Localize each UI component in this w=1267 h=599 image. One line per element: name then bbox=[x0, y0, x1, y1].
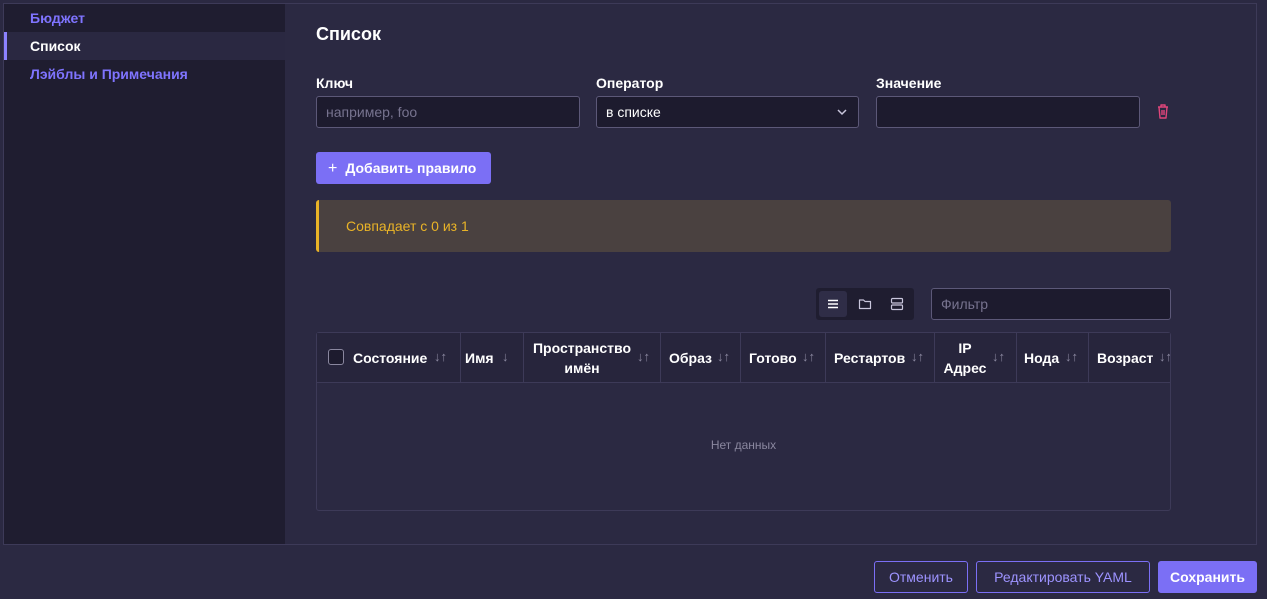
column-namespace[interactable]: Пространство имён ↓↑ bbox=[524, 333, 661, 383]
sidebar-item-budget[interactable]: Бюджет bbox=[4, 4, 285, 32]
sidebar-item-list[interactable]: Список bbox=[4, 32, 285, 60]
list-view-button[interactable] bbox=[819, 291, 847, 317]
column-state[interactable]: Состояние ↓↑ bbox=[317, 333, 461, 383]
column-node-label: Нода bbox=[1024, 350, 1060, 366]
plus-icon: + bbox=[328, 160, 338, 177]
trash-icon[interactable] bbox=[1156, 103, 1170, 119]
add-rule-label: Добавить правило bbox=[345, 160, 477, 176]
column-ip-address[interactable]: IP Адрес ↓↑ bbox=[935, 333, 1017, 383]
sort-icon: ↓↑ bbox=[717, 349, 730, 364]
column-restarts[interactable]: Рестартов ↓↑ bbox=[826, 333, 935, 383]
edit-yaml-button[interactable]: Редактировать YAML bbox=[976, 561, 1150, 593]
match-text: Совпадает с 0 из 1 bbox=[346, 218, 469, 234]
cancel-button[interactable]: Отменить bbox=[874, 561, 968, 593]
sidebar-item-labels-annotations[interactable]: Лэйблы и Примечания bbox=[4, 60, 285, 88]
group-view-icon bbox=[890, 297, 904, 311]
sort-icon: ↓↑ bbox=[637, 349, 650, 364]
operator-select[interactable]: в списке bbox=[596, 96, 859, 128]
column-ip-address-label: IP Адрес bbox=[943, 340, 987, 376]
column-age[interactable]: Возраст ↓↑ bbox=[1089, 333, 1170, 383]
filter-input[interactable] bbox=[931, 288, 1171, 320]
sort-icon: ↓↑ bbox=[802, 349, 815, 364]
sort-icon: ↓ bbox=[502, 349, 509, 364]
sort-icon: ↓↑ bbox=[992, 349, 1005, 364]
group-view-button[interactable] bbox=[883, 291, 911, 317]
column-state-label: Состояние bbox=[353, 350, 428, 366]
sort-icon: ↓↑ bbox=[1065, 349, 1078, 364]
value-input[interactable] bbox=[876, 96, 1140, 128]
sort-icon: ↓↑ bbox=[434, 349, 447, 364]
empty-state-text: Нет данных bbox=[710, 438, 777, 452]
operator-select-value: в списке bbox=[606, 104, 661, 120]
key-label: Ключ bbox=[316, 75, 353, 91]
select-all-checkbox[interactable] bbox=[328, 349, 344, 365]
pods-table: Состояние ↓↑ Имя ↓ Пространство имён ↓↑ … bbox=[316, 332, 1171, 511]
column-image[interactable]: Образ ↓↑ bbox=[661, 333, 741, 383]
column-ready[interactable]: Готово ↓↑ bbox=[741, 333, 826, 383]
column-ready-label: Готово bbox=[749, 350, 797, 366]
column-namespace-label: Пространство имён bbox=[532, 340, 632, 376]
main-content: Список Ключ Оператор в списке Значение +… bbox=[316, 4, 1216, 544]
section-title: Список bbox=[316, 24, 381, 44]
sort-icon: ↓↑ bbox=[911, 349, 924, 364]
column-name[interactable]: Имя ↓ bbox=[461, 333, 524, 383]
add-rule-button[interactable]: + Добавить правило bbox=[316, 152, 491, 184]
save-button[interactable]: Сохранить bbox=[1158, 561, 1257, 593]
column-name-label: Имя bbox=[465, 350, 494, 366]
table-header: Состояние ↓↑ Имя ↓ Пространство имён ↓↑ … bbox=[317, 333, 1170, 383]
match-banner: Совпадает с 0 из 1 bbox=[316, 200, 1171, 252]
chevron-down-icon bbox=[837, 109, 847, 116]
sort-icon: ↓↑ bbox=[1159, 349, 1170, 364]
column-age-label: Возраст bbox=[1097, 350, 1154, 366]
column-node[interactable]: Нода ↓↑ bbox=[1017, 333, 1089, 383]
value-label: Значение bbox=[876, 75, 942, 91]
sidebar: Бюджет Список Лэйблы и Примечания bbox=[4, 4, 285, 544]
column-restarts-label: Рестартов bbox=[834, 350, 906, 366]
key-input[interactable] bbox=[316, 96, 580, 128]
folder-view-icon bbox=[858, 299, 872, 310]
column-image-label: Образ bbox=[669, 350, 713, 366]
view-mode-group bbox=[816, 288, 914, 320]
folder-view-button[interactable] bbox=[851, 291, 879, 317]
operator-label: Оператор bbox=[596, 75, 664, 91]
editor-frame: Бюджет Список Лэйблы и Примечания Список… bbox=[3, 3, 1257, 545]
list-view-icon bbox=[828, 299, 838, 309]
